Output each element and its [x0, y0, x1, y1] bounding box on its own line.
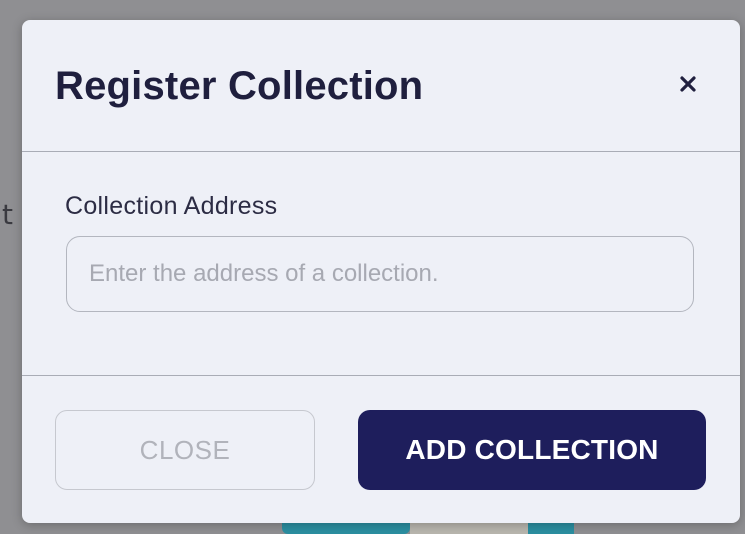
close-x-icon [680, 76, 696, 92]
modal-header: Register Collection [22, 20, 740, 152]
background-text-fragment: t [2, 198, 13, 231]
register-collection-modal: Register Collection Collection Address C… [22, 20, 740, 523]
modal-footer: CLOSE ADD COLLECTION [22, 376, 740, 523]
add-collection-button[interactable]: ADD COLLECTION [358, 410, 706, 490]
close-modal-button[interactable] [670, 66, 706, 102]
collection-address-input[interactable] [66, 236, 694, 312]
modal-title: Register Collection [55, 64, 424, 108]
close-button[interactable]: CLOSE [55, 410, 315, 490]
modal-body: Collection Address [22, 152, 740, 376]
collection-address-label: Collection Address [65, 192, 278, 220]
